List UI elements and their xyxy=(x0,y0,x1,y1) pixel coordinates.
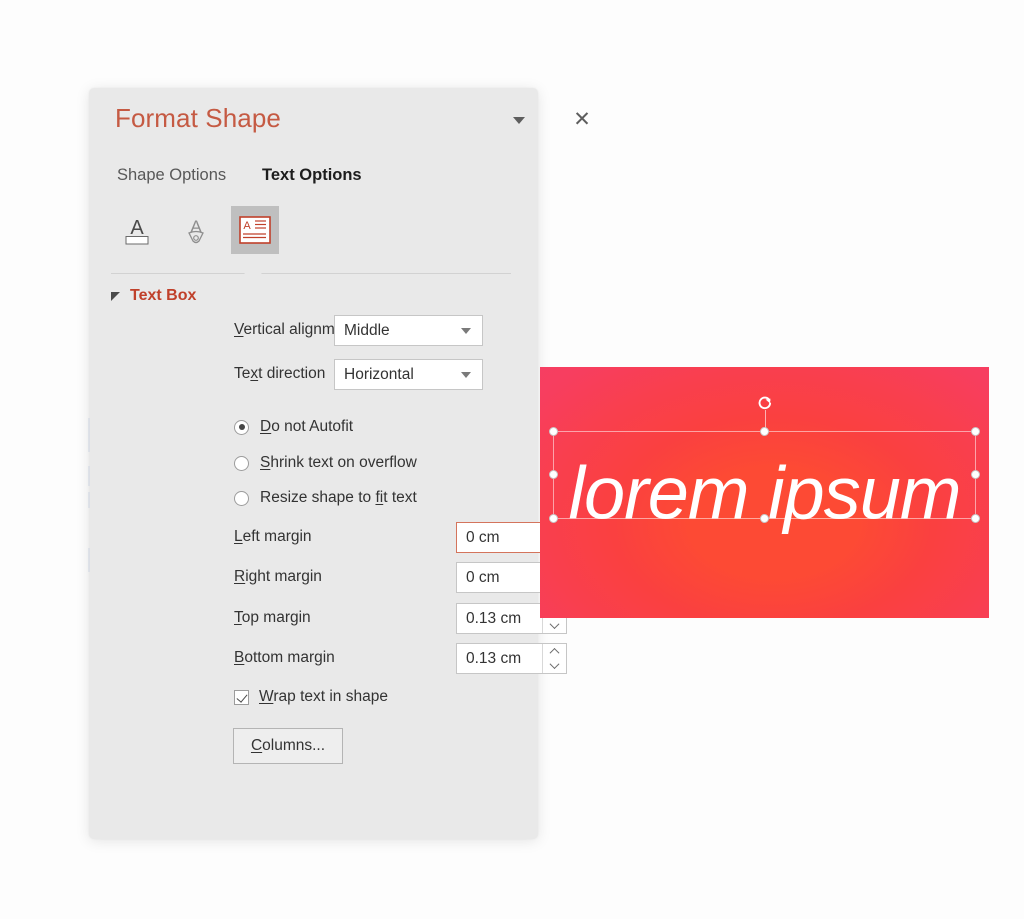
radio-indicator xyxy=(234,490,249,506)
bottom-margin-stepper[interactable]: 0.13 cm xyxy=(456,643,567,674)
text-options-icon-strip: A A A xyxy=(89,206,538,266)
checkbox-label: Wrap text in shape xyxy=(259,688,388,705)
chevron-down-icon xyxy=(461,371,471,378)
resize-handle-nw[interactable] xyxy=(549,427,558,436)
svg-text:A: A xyxy=(130,217,144,239)
bottom-margin-label: Bottom margin xyxy=(234,649,335,666)
wrap-text-in-shape-checkbox[interactable]: Wrap text in shape xyxy=(234,686,388,708)
collapse-triangle-icon xyxy=(111,291,120,301)
top-margin-label: Top margin xyxy=(234,609,311,626)
radio-do-not-autofit[interactable]: Do not Autofit xyxy=(234,416,353,438)
radio-label: Shrink text on overflow xyxy=(260,454,417,471)
text-fill-icon[interactable]: A xyxy=(113,206,161,254)
chevron-up-icon xyxy=(549,647,560,658)
page-title: Format Shape xyxy=(115,103,281,133)
pane-edge-tick xyxy=(88,492,90,508)
chevron-down-icon xyxy=(513,116,525,124)
resize-handle-ne[interactable] xyxy=(971,427,980,436)
section-title: Text Box xyxy=(130,287,197,304)
resize-handle-n[interactable] xyxy=(759,427,769,436)
chevron-down-icon xyxy=(461,327,471,334)
chevron-down-icon xyxy=(549,619,560,630)
close-icon: ✕ xyxy=(573,106,591,131)
stepper-down-button[interactable] xyxy=(543,659,566,674)
chevron-down-icon xyxy=(549,659,560,670)
resize-handle-w[interactable] xyxy=(549,470,558,479)
pane-edge-tick xyxy=(88,418,90,452)
tab-text-options[interactable]: Text Options xyxy=(262,166,362,185)
pane-edge-tick xyxy=(88,466,90,486)
radio-indicator xyxy=(234,419,249,435)
stepper-buttons xyxy=(542,644,566,673)
radio-label: Resize shape to fit text xyxy=(260,489,417,506)
radio-label: Do not Autofit xyxy=(260,418,354,435)
rotate-handle-icon[interactable] xyxy=(756,394,774,412)
svg-text:A: A xyxy=(190,217,202,236)
close-pane-button[interactable]: ✕ xyxy=(567,104,597,134)
format-shape-pane: Format Shape ✕ Shape Options Text Option… xyxy=(88,88,591,839)
stepper-down-button[interactable] xyxy=(543,619,566,634)
tab-shape-options[interactable]: Shape Options xyxy=(117,166,226,185)
stepper-up-button[interactable] xyxy=(543,644,566,659)
radio-indicator xyxy=(234,455,249,471)
pane-header: Format Shape xyxy=(89,88,538,152)
selected-tab-caret xyxy=(244,266,262,274)
checkbox-indicator xyxy=(234,689,249,705)
slide-canvas[interactable]: lorem ipsum xyxy=(540,367,989,618)
columns-button[interactable]: Columns... xyxy=(233,728,343,764)
pane-edge-tick xyxy=(88,548,90,572)
resize-handle-se[interactable] xyxy=(971,514,980,523)
text-effects-icon[interactable]: A xyxy=(172,206,220,254)
left-margin-label: Left margin xyxy=(234,528,312,545)
vertical-alignment-select[interactable]: Middle xyxy=(334,315,483,346)
columns-button-label: Columns... xyxy=(250,737,326,754)
pane-menu-button[interactable] xyxy=(504,105,534,135)
radio-shrink-text-on-overflow[interactable]: Shrink text on overflow xyxy=(234,452,417,474)
resize-handle-sw[interactable] xyxy=(549,514,558,523)
section-header-text-box[interactable]: Text Box xyxy=(111,285,196,307)
resize-handle-e[interactable] xyxy=(971,470,980,479)
pane-tab-bar: Shape Options Text Options xyxy=(89,166,538,198)
svg-text:A: A xyxy=(243,220,251,232)
radio-resize-shape-to-fit-text[interactable]: Resize shape to fit text xyxy=(234,487,417,509)
shape-selection-frame[interactable] xyxy=(549,396,980,523)
section-divider xyxy=(111,273,511,274)
text-direction-label: Text direction xyxy=(234,365,326,382)
textbox-layout-icon[interactable]: A xyxy=(231,206,279,254)
right-margin-label: Right margin xyxy=(234,568,322,585)
text-direction-select[interactable]: Horizontal xyxy=(334,359,483,390)
resize-handle-s[interactable] xyxy=(759,514,769,523)
